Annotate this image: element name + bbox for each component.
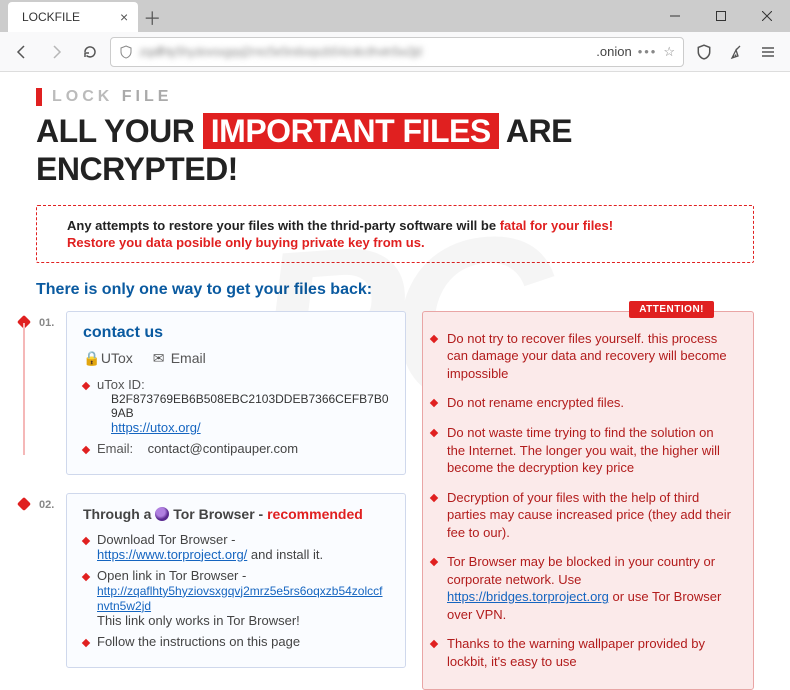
- window-titlebar: LOCKFILE × ＋: [0, 0, 790, 32]
- bridges-link[interactable]: https://bridges.torproject.org: [447, 589, 609, 604]
- warning-item: Decryption of your files with the help o…: [431, 489, 735, 542]
- tab-title: LOCKFILE: [22, 10, 80, 24]
- reload-button[interactable]: [76, 38, 104, 66]
- warning-item: Tor Browser may be blocked in your count…: [431, 553, 735, 623]
- brand-bar-icon: [36, 88, 42, 106]
- warning-list: Do not try to recover files yourself. th…: [431, 330, 735, 671]
- brand-file: FILE: [122, 88, 173, 105]
- bullet-diamond-icon: [82, 573, 90, 581]
- warning-item: Thanks to the warning wallpaper provided…: [431, 635, 735, 670]
- menu-button[interactable]: [754, 38, 782, 66]
- url-bar[interactable]: zqaflhty5hyziovsxgqvj2mrz5e5rs6oqxzb54zo…: [110, 37, 684, 67]
- utox-link[interactable]: https://utox.org/: [111, 420, 201, 435]
- close-tab-icon[interactable]: ×: [120, 9, 128, 25]
- new-tab-button[interactable]: ＋: [138, 4, 166, 32]
- warning-item: Do not waste time trying to find the sol…: [431, 424, 735, 477]
- step-01: 01. contact us 🔒 UTox ✉ Email uTox ID: B…: [36, 311, 406, 475]
- forward-button[interactable]: [42, 38, 70, 66]
- email-tab[interactable]: ✉ Email: [153, 350, 206, 367]
- bookmark-icon[interactable]: ☆: [663, 44, 675, 60]
- bullet-diamond-icon: [430, 335, 438, 343]
- alert-text-a: Any attempts to restore your files with …: [67, 218, 500, 233]
- brand-lock: LOCK: [52, 88, 113, 105]
- headline-pre: ALL YOUR: [36, 113, 194, 149]
- bullet-diamond-icon: [82, 639, 90, 647]
- tor-icon: [155, 507, 169, 521]
- step-connector: [23, 323, 25, 455]
- alert-fatal: fatal for your files!: [500, 218, 613, 233]
- onion-link[interactable]: http://zqaflhty5hyziovsxgqvj2mrz5e5rs6oq…: [97, 584, 382, 613]
- tor-open-text: Open link in Tor Browser -: [97, 568, 246, 583]
- warning-item: Do not rename encrypted files.: [431, 394, 735, 412]
- subheading: There is only one way to get your files …: [36, 281, 754, 299]
- broom-icon[interactable]: [722, 38, 750, 66]
- lock-icon: 🔒: [83, 350, 97, 367]
- step-diamond-icon: [17, 497, 31, 511]
- close-window-button[interactable]: [744, 0, 790, 32]
- torproject-link[interactable]: https://www.torproject.org/: [97, 547, 247, 562]
- window-controls: [652, 0, 790, 32]
- tor-open-note: This link only works in Tor Browser!: [97, 613, 300, 628]
- tor-follow: Follow the instructions on this page: [97, 634, 300, 649]
- tor-recommended: recommended: [267, 506, 363, 522]
- alert-line1: Any attempts to restore your files with …: [67, 218, 723, 233]
- contact-tabs: 🔒 UTox ✉ Email: [83, 350, 389, 367]
- tor-dl-text: Download Tor Browser -: [97, 532, 235, 547]
- warning-item: Do not try to recover files yourself. th…: [431, 330, 735, 383]
- attention-panel: ATTENTION! Do not try to recover files y…: [422, 311, 754, 690]
- bullet-diamond-icon: [82, 382, 90, 390]
- contact-title: contact us: [83, 324, 389, 342]
- alert-box: Any attempts to restore your files with …: [36, 205, 754, 263]
- maximize-button[interactable]: [698, 0, 744, 32]
- bullet-diamond-icon: [430, 640, 438, 648]
- url-obscured: zqaflhty5hyziovsxgqvj2mrz5e5rs6oqxzb54zo…: [139, 44, 590, 59]
- browser-tab[interactable]: LOCKFILE ×: [8, 2, 138, 32]
- headline: ALL YOUR IMPORTANT FILES ARE ENCRYPTED!: [36, 112, 754, 189]
- shield-icon: [119, 45, 133, 59]
- email-value: contact@contipauper.com: [148, 441, 299, 456]
- bullet-diamond-icon: [430, 493, 438, 501]
- step-number-02: 02.: [39, 499, 54, 511]
- shield-toolbar-icon[interactable]: [690, 38, 718, 66]
- bullet-diamond-icon: [82, 537, 90, 545]
- bullet-diamond-icon: [430, 558, 438, 566]
- url-more-icon[interactable]: •••: [638, 44, 658, 59]
- attention-badge: ATTENTION!: [629, 301, 714, 318]
- tor-title: Through a Tor Browser - recommended: [83, 506, 389, 522]
- tor-card: Through a Tor Browser - recommended Down…: [66, 493, 406, 668]
- contact-card: contact us 🔒 UTox ✉ Email uTox ID: B2F87…: [66, 311, 406, 475]
- browser-toolbar: zqaflhty5hyziovsxgqvj2mrz5e5rs6oqxzb54zo…: [0, 32, 790, 72]
- brand-logo: LOCK FILE: [36, 88, 754, 106]
- headline-highlight: IMPORTANT FILES: [203, 113, 499, 149]
- email-label: Email:: [97, 441, 133, 456]
- back-button[interactable]: [8, 38, 36, 66]
- alert-line2: Restore you data posible only buying pri…: [67, 235, 723, 250]
- page-content: PC LOCK FILE ALL YOUR IMPORTANT FILES AR…: [0, 72, 790, 690]
- bullet-diamond-icon: [430, 399, 438, 407]
- minimize-button[interactable]: [652, 0, 698, 32]
- mail-icon: ✉: [153, 350, 167, 367]
- utox-tab[interactable]: 🔒 UTox: [83, 350, 133, 367]
- step-number-01: 01.: [39, 317, 54, 329]
- url-suffix: .onion: [596, 44, 631, 59]
- utox-id-value: B2F873769EB6B508EBC2103DDEB7366CEFB7B09A…: [111, 392, 389, 420]
- bullet-diamond-icon: [430, 429, 438, 437]
- bullet-diamond-icon: [82, 446, 90, 454]
- step-02: 02. Through a Tor Browser - recommended …: [36, 493, 406, 668]
- utox-id-label: uTox ID:: [97, 377, 145, 392]
